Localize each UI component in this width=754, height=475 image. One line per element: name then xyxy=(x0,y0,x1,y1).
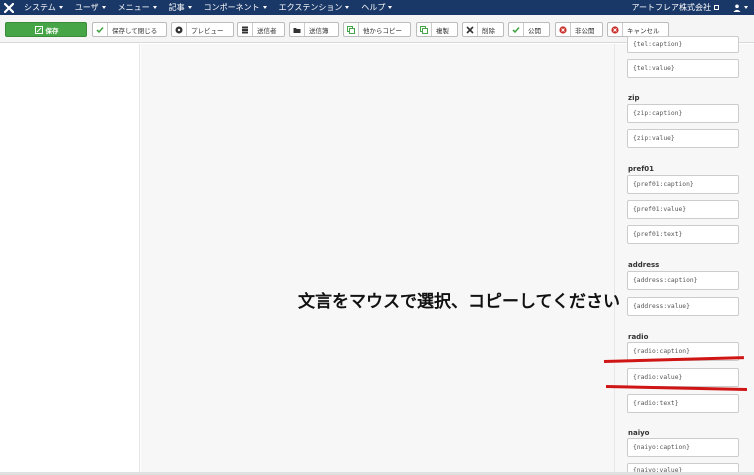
caret-down-icon xyxy=(101,6,106,9)
external-link-icon xyxy=(714,5,719,10)
caret-down-icon xyxy=(388,6,393,9)
group-label-zip: zip xyxy=(628,94,640,102)
duplicate-button[interactable]: 複製 xyxy=(416,22,458,37)
tag-pref01-caption[interactable]: {pref01:caption} xyxy=(627,175,739,194)
site-name-link[interactable]: アートフレア株式会社 xyxy=(631,2,719,13)
copy-icon xyxy=(417,23,432,36)
check-icon xyxy=(93,23,108,36)
caret-down-icon xyxy=(262,6,267,9)
times-icon xyxy=(463,23,478,36)
save-button[interactable]: 保存 xyxy=(5,22,87,37)
tag-naiyo-caption[interactable]: {naiyo:caption} xyxy=(627,438,739,457)
group-label-naiyo: naiyo xyxy=(628,429,650,437)
tag-pref01-value[interactable]: {pref01:value} xyxy=(627,200,739,219)
check-icon xyxy=(509,23,524,36)
menu-extensions[interactable]: エクステンション xyxy=(273,2,356,13)
menu-help[interactable]: ヘルプ xyxy=(355,2,398,13)
group-label-address: address xyxy=(628,261,660,269)
tag-address-caption[interactable]: {address:caption} xyxy=(627,271,739,290)
tag-address-value[interactable]: {address:value} xyxy=(627,297,739,316)
database-icon xyxy=(238,23,253,36)
navbar-right: アートフレア株式会社 xyxy=(631,0,748,15)
times-circle-icon xyxy=(556,23,571,36)
tag-zip-value[interactable]: {zip:value} xyxy=(627,129,739,148)
group-label-radio: radio xyxy=(628,333,649,341)
copy-from-button[interactable]: 他からコピー xyxy=(343,22,411,37)
menu-content[interactable]: 記事 xyxy=(163,2,198,13)
sent-box-button[interactable]: 送信簿 xyxy=(289,22,339,37)
instruction-overlay: 文言をマウスで選択、コピーしてください xyxy=(298,292,620,312)
eye-icon xyxy=(172,23,187,36)
caret-down-icon xyxy=(58,6,63,9)
main-menu: システム ユーザ メニュー 記事 コンポーネント エクステンション ヘルプ xyxy=(18,2,398,13)
joomla-logo-icon[interactable] xyxy=(0,0,18,15)
menu-system[interactable]: システム xyxy=(18,2,69,13)
folder-icon xyxy=(290,23,305,36)
preview-button[interactable]: プレビュー xyxy=(171,22,234,37)
sender-button[interactable]: 送信者 xyxy=(237,22,285,37)
caret-down-icon xyxy=(345,6,350,9)
tag-pref01-text[interactable]: {pref01:text} xyxy=(627,225,739,244)
tag-zip-caption[interactable]: {zip:caption} xyxy=(627,104,739,123)
tag-tel-caption[interactable]: {tel:caption} xyxy=(627,36,739,53)
caret-down-icon xyxy=(744,6,748,9)
caret-down-icon xyxy=(187,6,192,9)
publish-button[interactable]: 公開 xyxy=(508,22,550,37)
menu-menus[interactable]: メニュー xyxy=(112,2,163,13)
cancel-button[interactable]: キャンセル xyxy=(607,22,669,37)
delete-button[interactable]: 削除 xyxy=(462,22,504,37)
tag-radio-value[interactable]: {radio:value} xyxy=(627,368,739,387)
caret-down-icon xyxy=(152,6,157,9)
menu-users[interactable]: ユーザ xyxy=(69,2,112,13)
editor-pane xyxy=(141,44,614,475)
copy-icon xyxy=(344,23,359,36)
user-icon xyxy=(733,4,741,12)
edit-icon xyxy=(34,23,44,36)
times-circle-icon xyxy=(608,23,623,36)
user-menu[interactable] xyxy=(733,4,748,12)
top-navbar: システム ユーザ メニュー 記事 コンポーネント エクステンション ヘルプ アー… xyxy=(0,0,754,15)
left-pane xyxy=(0,44,140,475)
tag-radio-text[interactable]: {radio:text} xyxy=(627,394,739,413)
save-close-button[interactable]: 保存して閉じる xyxy=(92,22,167,37)
unpublish-button[interactable]: 非公開 xyxy=(555,22,603,37)
menu-components[interactable]: コンポーネント xyxy=(198,2,273,13)
tag-tel-value[interactable]: {tel:value} xyxy=(627,59,739,78)
group-label-pref01: pref01 xyxy=(628,165,654,173)
